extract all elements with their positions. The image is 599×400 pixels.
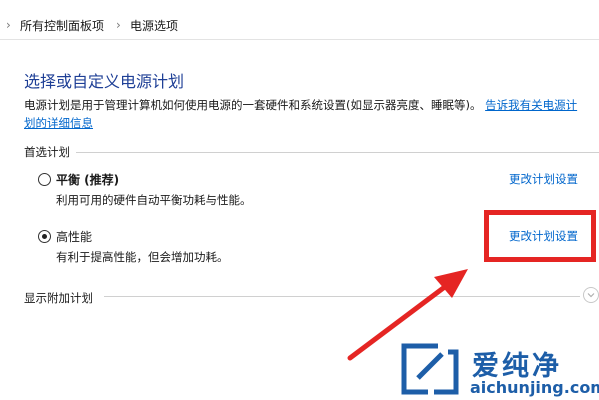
annotation-arrow [347,269,468,361]
watermark-url: aichunjing.com [470,378,599,397]
aichunjing-logo-icon [401,343,459,395]
